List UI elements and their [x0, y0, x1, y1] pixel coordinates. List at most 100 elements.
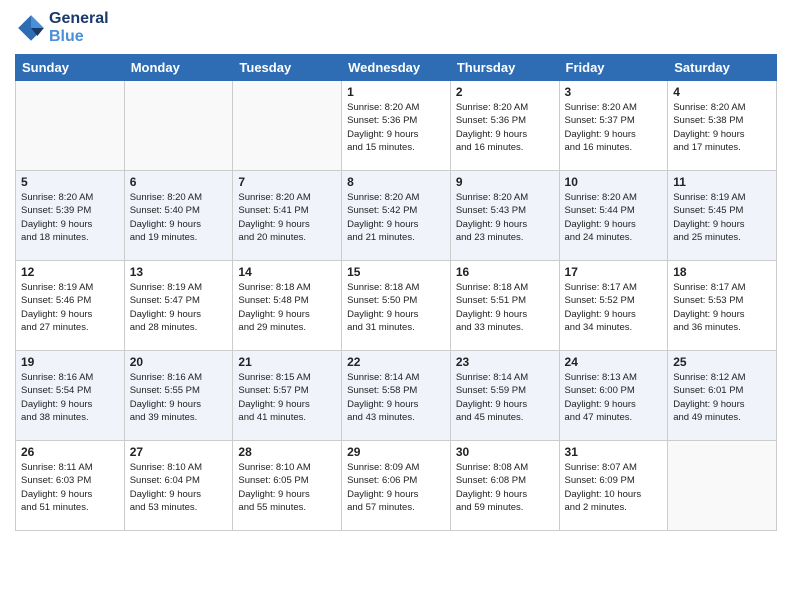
- day-info: Sunrise: 8:20 AM Sunset: 5:43 PM Dayligh…: [456, 191, 554, 244]
- day-info: Sunrise: 8:20 AM Sunset: 5:40 PM Dayligh…: [130, 191, 228, 244]
- calendar-cell: 3 Sunrise: 8:20 AM Sunset: 5:37 PM Daylig…: [559, 81, 668, 171]
- calendar-cell: 26 Sunrise: 8:11 AM Sunset: 6:03 PM Dayli…: [16, 441, 125, 531]
- calendar-cell: 5 Sunrise: 8:20 AM Sunset: 5:39 PM Daylig…: [16, 171, 125, 261]
- calendar-cell: 10 Sunrise: 8:20 AM Sunset: 5:44 PM Dayli…: [559, 171, 668, 261]
- day-header-tuesday: Tuesday: [233, 55, 342, 81]
- calendar-cell: 13Sunrise: 8:19 AM Sunset: 5:47 PM Dayli…: [124, 261, 233, 351]
- calendar-cell: 9 Sunrise: 8:20 AM Sunset: 5:43 PM Daylig…: [450, 171, 559, 261]
- calendar-cell: [233, 81, 342, 171]
- calendar-cell: 16 Sunrise: 8:18 AM Sunset: 5:51 PM Dayli…: [450, 261, 559, 351]
- day-info: Sunrise: 8:17 AM Sunset: 5:52 PM Dayligh…: [565, 281, 663, 334]
- calendar-cell: [16, 81, 125, 171]
- day-header-sunday: Sunday: [16, 55, 125, 81]
- day-info: Sunrise: 8:20 AM Sunset: 5:36 PM Dayligh…: [347, 101, 445, 154]
- day-info: Sunrise: 8:14 AM Sunset: 5:58 PM Dayligh…: [347, 371, 445, 424]
- day-info: Sunrise: 8:16 AM Sunset: 5:54 PM Dayligh…: [21, 371, 119, 424]
- day-header-saturday: Saturday: [668, 55, 777, 81]
- day-info: Sunrise: 8:20 AM Sunset: 5:39 PM Dayligh…: [21, 191, 119, 244]
- day-number: 19: [21, 355, 119, 369]
- day-info: Sunrise: 8:08 AM Sunset: 6:08 PM Dayligh…: [456, 461, 554, 514]
- day-header-wednesday: Wednesday: [342, 55, 451, 81]
- day-number: 28: [238, 445, 336, 459]
- day-info: Sunrise: 8:13 AM Sunset: 6:00 PM Dayligh…: [565, 371, 663, 424]
- day-number: 6: [130, 175, 228, 189]
- page-container: General Blue SundayMondayTuesdayWednesda…: [0, 0, 792, 541]
- calendar-cell: 19 Sunrise: 8:16 AM Sunset: 5:54 PM Dayli…: [16, 351, 125, 441]
- day-info: Sunrise: 8:19 AM Sunset: 5:46 PM Dayligh…: [21, 281, 119, 334]
- day-number: 21: [238, 355, 336, 369]
- day-info: Sunrise: 8:15 AM Sunset: 5:57 PM Dayligh…: [238, 371, 336, 424]
- calendar-cell: 7 Sunrise: 8:20 AM Sunset: 5:41 PM Daylig…: [233, 171, 342, 261]
- day-number: 4: [673, 85, 771, 99]
- day-number: 22: [347, 355, 445, 369]
- day-info: Sunrise: 8:16 AM Sunset: 5:55 PM Dayligh…: [130, 371, 228, 424]
- calendar-cell: 18Sunrise: 8:17 AM Sunset: 5:53 PM Dayli…: [668, 261, 777, 351]
- calendar-cell: 22 Sunrise: 8:14 AM Sunset: 5:58 PM Dayli…: [342, 351, 451, 441]
- calendar-cell: 11 Sunrise: 8:19 AM Sunset: 5:45 PM Dayli…: [668, 171, 777, 261]
- calendar-cell: 1Sunrise: 8:20 AM Sunset: 5:36 PM Daylig…: [342, 81, 451, 171]
- day-number: 31: [565, 445, 663, 459]
- week-row-2: 5 Sunrise: 8:20 AM Sunset: 5:39 PM Daylig…: [16, 171, 777, 261]
- day-info: Sunrise: 8:11 AM Sunset: 6:03 PM Dayligh…: [21, 461, 119, 514]
- day-info: Sunrise: 8:12 AM Sunset: 6:01 PM Dayligh…: [673, 371, 771, 424]
- calendar-cell: [668, 441, 777, 531]
- day-number: 2: [456, 85, 554, 99]
- calendar-cell: 28 Sunrise: 8:10 AM Sunset: 6:05 PM Dayli…: [233, 441, 342, 531]
- day-number: 12: [21, 265, 119, 279]
- day-number: 24: [565, 355, 663, 369]
- day-number: 7: [238, 175, 336, 189]
- calendar-cell: 14 Sunrise: 8:18 AM Sunset: 5:48 PM Dayli…: [233, 261, 342, 351]
- calendar-cell: 8 Sunrise: 8:20 AM Sunset: 5:42 PM Daylig…: [342, 171, 451, 261]
- day-number: 25: [673, 355, 771, 369]
- day-info: Sunrise: 8:19 AM Sunset: 5:47 PM Dayligh…: [130, 281, 228, 334]
- day-info: Sunrise: 8:20 AM Sunset: 5:37 PM Dayligh…: [565, 101, 663, 154]
- day-info: Sunrise: 8:20 AM Sunset: 5:41 PM Dayligh…: [238, 191, 336, 244]
- day-header-friday: Friday: [559, 55, 668, 81]
- day-number: 14: [238, 265, 336, 279]
- day-number: 5: [21, 175, 119, 189]
- day-number: 26: [21, 445, 119, 459]
- day-number: 10: [565, 175, 663, 189]
- calendar-cell: 23 Sunrise: 8:14 AM Sunset: 5:59 PM Dayli…: [450, 351, 559, 441]
- calendar-cell: 21 Sunrise: 8:15 AM Sunset: 5:57 PM Dayli…: [233, 351, 342, 441]
- day-number: 23: [456, 355, 554, 369]
- day-number: 11: [673, 175, 771, 189]
- day-number: 9: [456, 175, 554, 189]
- calendar-cell: 27Sunrise: 8:10 AM Sunset: 6:04 PM Dayli…: [124, 441, 233, 531]
- week-row-5: 26 Sunrise: 8:11 AM Sunset: 6:03 PM Dayli…: [16, 441, 777, 531]
- calendar-table: SundayMondayTuesdayWednesdayThursdayFrid…: [15, 54, 777, 531]
- header: General Blue: [15, 10, 777, 46]
- day-number: 27: [130, 445, 228, 459]
- week-row-4: 19 Sunrise: 8:16 AM Sunset: 5:54 PM Dayli…: [16, 351, 777, 441]
- day-number: 17: [565, 265, 663, 279]
- day-info: Sunrise: 8:18 AM Sunset: 5:51 PM Dayligh…: [456, 281, 554, 334]
- calendar-cell: [124, 81, 233, 171]
- day-number: 29: [347, 445, 445, 459]
- day-info: Sunrise: 8:20 AM Sunset: 5:44 PM Dayligh…: [565, 191, 663, 244]
- week-row-3: 12 Sunrise: 8:19 AM Sunset: 5:46 PM Dayli…: [16, 261, 777, 351]
- logo-icon: [15, 12, 47, 44]
- calendar-cell: 4Sunrise: 8:20 AM Sunset: 5:38 PM Daylig…: [668, 81, 777, 171]
- calendar-cell: 25 Sunrise: 8:12 AM Sunset: 6:01 PM Dayli…: [668, 351, 777, 441]
- day-info: Sunrise: 8:17 AM Sunset: 5:53 PM Dayligh…: [673, 281, 771, 334]
- calendar-cell: 15Sunrise: 8:18 AM Sunset: 5:50 PM Dayli…: [342, 261, 451, 351]
- day-number: 16: [456, 265, 554, 279]
- day-number: 3: [565, 85, 663, 99]
- day-info: Sunrise: 8:19 AM Sunset: 5:45 PM Dayligh…: [673, 191, 771, 244]
- day-info: Sunrise: 8:09 AM Sunset: 6:06 PM Dayligh…: [347, 461, 445, 514]
- calendar-cell: 29 Sunrise: 8:09 AM Sunset: 6:06 PM Dayli…: [342, 441, 451, 531]
- day-header-monday: Monday: [124, 55, 233, 81]
- calendar-cell: 12 Sunrise: 8:19 AM Sunset: 5:46 PM Dayli…: [16, 261, 125, 351]
- day-info: Sunrise: 8:18 AM Sunset: 5:48 PM Dayligh…: [238, 281, 336, 334]
- day-number: 30: [456, 445, 554, 459]
- day-info: Sunrise: 8:14 AM Sunset: 5:59 PM Dayligh…: [456, 371, 554, 424]
- day-info: Sunrise: 8:10 AM Sunset: 6:05 PM Dayligh…: [238, 461, 336, 514]
- calendar-cell: 30 Sunrise: 8:08 AM Sunset: 6:08 PM Dayli…: [450, 441, 559, 531]
- calendar-cell: 6 Sunrise: 8:20 AM Sunset: 5:40 PM Daylig…: [124, 171, 233, 261]
- logo-text: General Blue: [49, 10, 109, 46]
- day-info: Sunrise: 8:20 AM Sunset: 5:36 PM Dayligh…: [456, 101, 554, 154]
- week-row-1: 1Sunrise: 8:20 AM Sunset: 5:36 PM Daylig…: [16, 81, 777, 171]
- day-info: Sunrise: 8:07 AM Sunset: 6:09 PM Dayligh…: [565, 461, 663, 514]
- day-info: Sunrise: 8:20 AM Sunset: 5:42 PM Dayligh…: [347, 191, 445, 244]
- day-number: 8: [347, 175, 445, 189]
